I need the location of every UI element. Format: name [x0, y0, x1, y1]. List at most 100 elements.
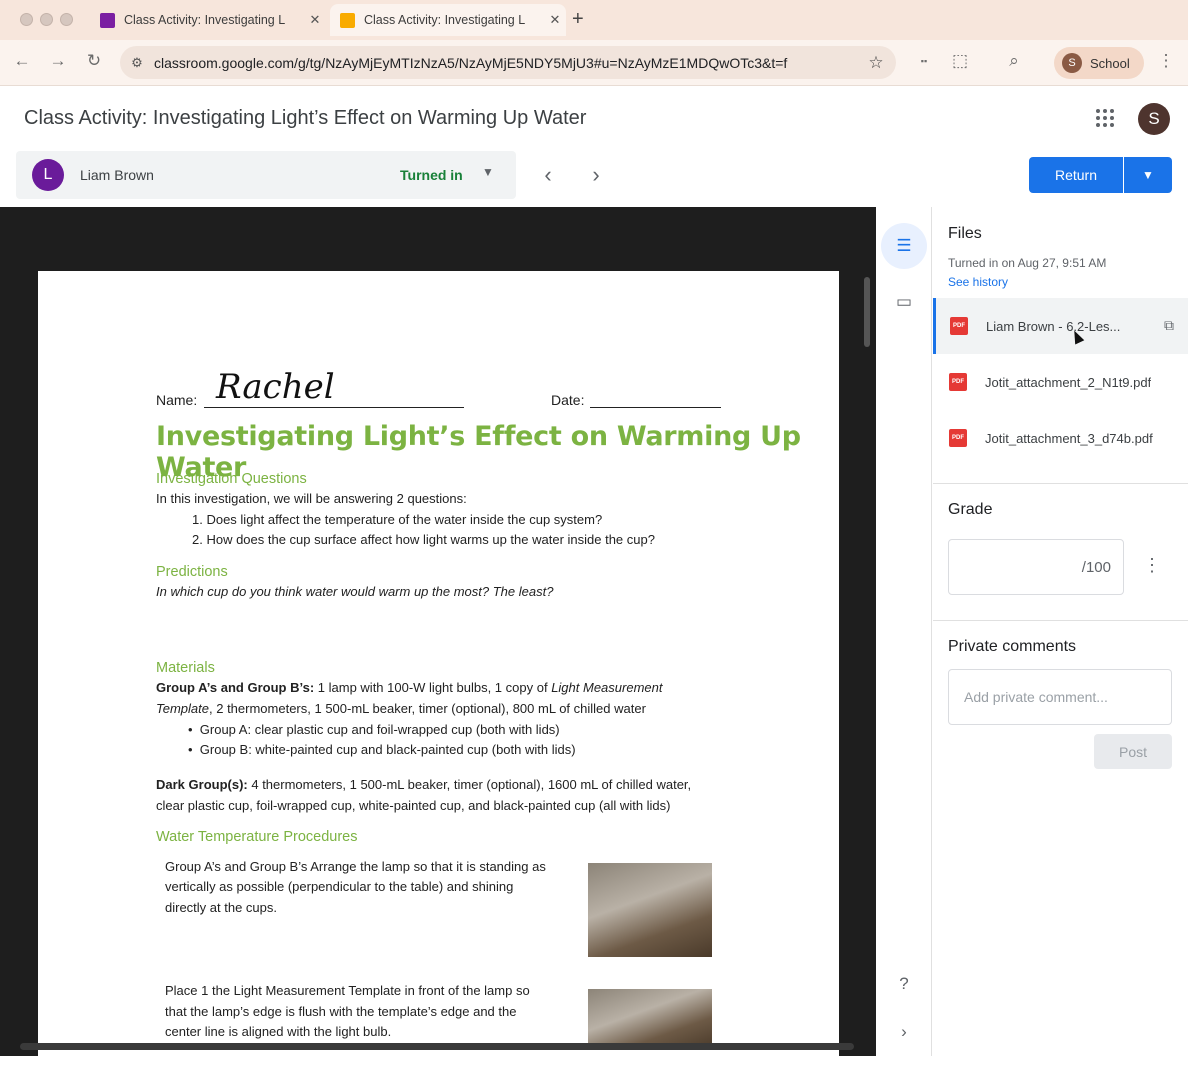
student-selector[interactable]: L Liam Brown Turned in ▼	[16, 151, 516, 199]
dark-group-text: 4 thermometers, 1 500-mL beaker, timer (…	[247, 777, 692, 792]
url-text: classroom.google.com/g/tg/NzAyMjEyMTIzNz…	[154, 54, 788, 71]
investigation-intro: In this investigation, we will be answer…	[156, 491, 467, 506]
page-title: Class Activity: Investigating Light’s Ef…	[24, 107, 587, 129]
browser-tab-strip: Class Activity: Investigating L ✕ Class …	[0, 0, 1188, 40]
template-photo	[588, 989, 712, 1049]
question-1: 1. Does light affect the temperature of …	[192, 512, 603, 527]
browser-toolbar: ← → ↻ ⚙ classroom.google.com/g/tg/NzAyMj…	[0, 40, 1188, 86]
materials-groups-label: Group A’s and Group B’s:	[156, 680, 315, 695]
pdf-icon: PDF	[949, 429, 967, 447]
new-tab-icon[interactable]: +	[572, 8, 584, 31]
open-in-new-icon[interactable]: ⧉	[1164, 317, 1174, 334]
tab-title: Class Activity: Investigating L	[364, 13, 526, 27]
return-options-button[interactable]: ▼	[1124, 157, 1172, 193]
predictions-text: In which cup do you think water would wa…	[156, 584, 554, 599]
google-apps-icon[interactable]	[1096, 109, 1114, 127]
post-button[interactable]: Post	[1094, 734, 1172, 769]
divider	[933, 620, 1188, 621]
question-2: 2. How does the cup surface affect how l…	[192, 532, 655, 547]
step-2-line-1: Place 1 the Light Measurement Template i…	[165, 983, 530, 998]
grade-heading: Grade	[948, 501, 993, 518]
submission-status: Turned in	[400, 167, 463, 183]
bullet-group-a: • Group A: clear plastic cup and foil-wr…	[188, 722, 560, 737]
files-heading: Files	[948, 225, 982, 242]
student-avatar: L	[32, 159, 64, 191]
browser-tab-1[interactable]: Class Activity: Investigating L ✕	[90, 4, 326, 36]
lamp-photo	[588, 863, 712, 957]
materials-heading: Materials	[156, 660, 215, 676]
file-item[interactable]: PDF Liam Brown - 6.2-Les... ⧉	[933, 298, 1188, 354]
turned-in-timestamp: Turned in on Aug 27, 9:51 AM	[948, 256, 1107, 270]
step-2-line-2: that the lamp’s edge is flush with the t…	[165, 1004, 517, 1019]
horizontal-scrollbar[interactable]	[20, 1043, 854, 1050]
template-name-cont: Template	[156, 701, 209, 716]
profile-avatar: S	[1062, 53, 1082, 73]
investigation-heading: Investigation Questions	[156, 471, 307, 487]
student-name: Liam Brown	[80, 167, 154, 183]
app-header: Class Activity: Investigating Light’s Ef…	[0, 87, 1188, 151]
return-button[interactable]: Return	[1029, 157, 1123, 193]
comments-panel-icon[interactable]: ▭	[881, 279, 927, 325]
zoom-window-button[interactable]	[60, 13, 73, 26]
see-history-link[interactable]: See history	[948, 275, 1008, 289]
step-1-line-2: vertically as possible (perpendicular to…	[165, 879, 514, 894]
grade-denominator: /100	[1081, 559, 1111, 576]
date-label: Date:	[551, 392, 585, 408]
file-item[interactable]: PDF Jotit_attachment_3_d74b.pdf	[933, 410, 1188, 466]
step-1-line-3: directly at the cups.	[165, 900, 277, 915]
pdf-icon: PDF	[950, 317, 968, 335]
materials-groups-text: 1 lamp with 100-W light bulbs, 1 copy of	[314, 680, 552, 695]
extensions-puzzle-icon[interactable]: ⬚	[948, 51, 972, 71]
template-name: Light Measurement	[551, 680, 663, 695]
pdf-icon: PDF	[949, 373, 967, 391]
bullet-text: Group B: white-painted cup and black-pai…	[199, 742, 576, 757]
tab-close-icon[interactable]: ✕	[304, 12, 326, 28]
tab-close-icon[interactable]: ✕	[544, 12, 566, 28]
previous-student-icon[interactable]: ‹	[536, 162, 560, 188]
procedures-heading: Water Temperature Procedures	[156, 829, 358, 845]
grade-options-icon[interactable]: ⋮	[1143, 555, 1161, 576]
predictions-heading: Predictions	[156, 564, 228, 580]
close-window-button[interactable]	[20, 13, 33, 26]
step-2-line-3: center line is aligned with the light bu…	[165, 1024, 392, 1039]
classroom-favicon-icon	[100, 12, 115, 28]
vertical-scrollbar[interactable]	[864, 277, 870, 347]
browser-tab-2[interactable]: Class Activity: Investigating L ✕	[330, 4, 566, 36]
submission-panel: Files Turned in on Aug 27, 9:51 AM See h…	[933, 207, 1188, 1056]
site-settings-icon[interactable]: ⚙	[120, 55, 154, 71]
private-comments-heading: Private comments	[948, 638, 1077, 655]
document-page: Name: Rachel Date: Investigating Light’s…	[38, 271, 839, 1071]
account-avatar[interactable]: S	[1138, 103, 1170, 135]
forward-icon[interactable]: →	[46, 51, 70, 71]
classroom-favicon-icon	[340, 12, 355, 28]
file-name: Jotit_attachment_3_d74b.pdf	[985, 430, 1153, 446]
materials-groups-line-2: Template, 2 thermometers, 1 500-mL beake…	[156, 699, 646, 720]
materials-groups-text-cont: , 2 thermometers, 1 500-mL beaker, timer…	[209, 701, 646, 716]
browser-menu-icon[interactable]: ⋮	[1154, 51, 1178, 71]
bookmark-star-icon[interactable]: ☆	[856, 53, 896, 73]
dropdown-caret-icon[interactable]: ▼	[482, 165, 494, 179]
divider	[933, 483, 1188, 484]
bullet-text: Group A: clear plastic cup and foil-wrap…	[199, 722, 560, 737]
address-bar[interactable]: ⚙ classroom.google.com/g/tg/NzAyMjEyMTIz…	[120, 46, 896, 79]
file-item[interactable]: PDF Jotit_attachment_2_N1t9.pdf	[933, 354, 1188, 410]
date-underline	[590, 407, 721, 408]
extension-icon[interactable]: ▪▪	[912, 56, 936, 66]
dark-group-line-1: Dark Group(s): 4 thermometers, 1 500-mL …	[156, 775, 691, 796]
tab-title: Class Activity: Investigating L	[124, 13, 286, 27]
reload-icon[interactable]: ↻	[82, 51, 106, 71]
comment-placeholder: Add private comment...	[964, 689, 1108, 705]
private-comment-input[interactable]: Add private comment...	[948, 669, 1172, 725]
back-icon[interactable]: ←	[10, 51, 34, 71]
next-student-icon[interactable]: ›	[584, 162, 608, 188]
grade-input[interactable]: /100	[948, 539, 1124, 595]
tab-search-icon[interactable]: ⌕	[1002, 51, 1026, 71]
minimize-window-button[interactable]	[40, 13, 53, 26]
help-icon[interactable]: ?	[881, 961, 927, 1007]
expand-panel-icon[interactable]: ›	[881, 1009, 927, 1055]
document-viewer: Name: Rachel Date: Investigating Light’s…	[0, 207, 876, 1071]
file-name: Liam Brown - 6.2-Les...	[986, 318, 1121, 334]
files-panel-icon[interactable]: ☰	[881, 223, 927, 269]
profile-chip[interactable]: S School	[1054, 47, 1144, 79]
materials-groups-line-1: Group A’s and Group B’s: 1 lamp with 100…	[156, 678, 662, 699]
